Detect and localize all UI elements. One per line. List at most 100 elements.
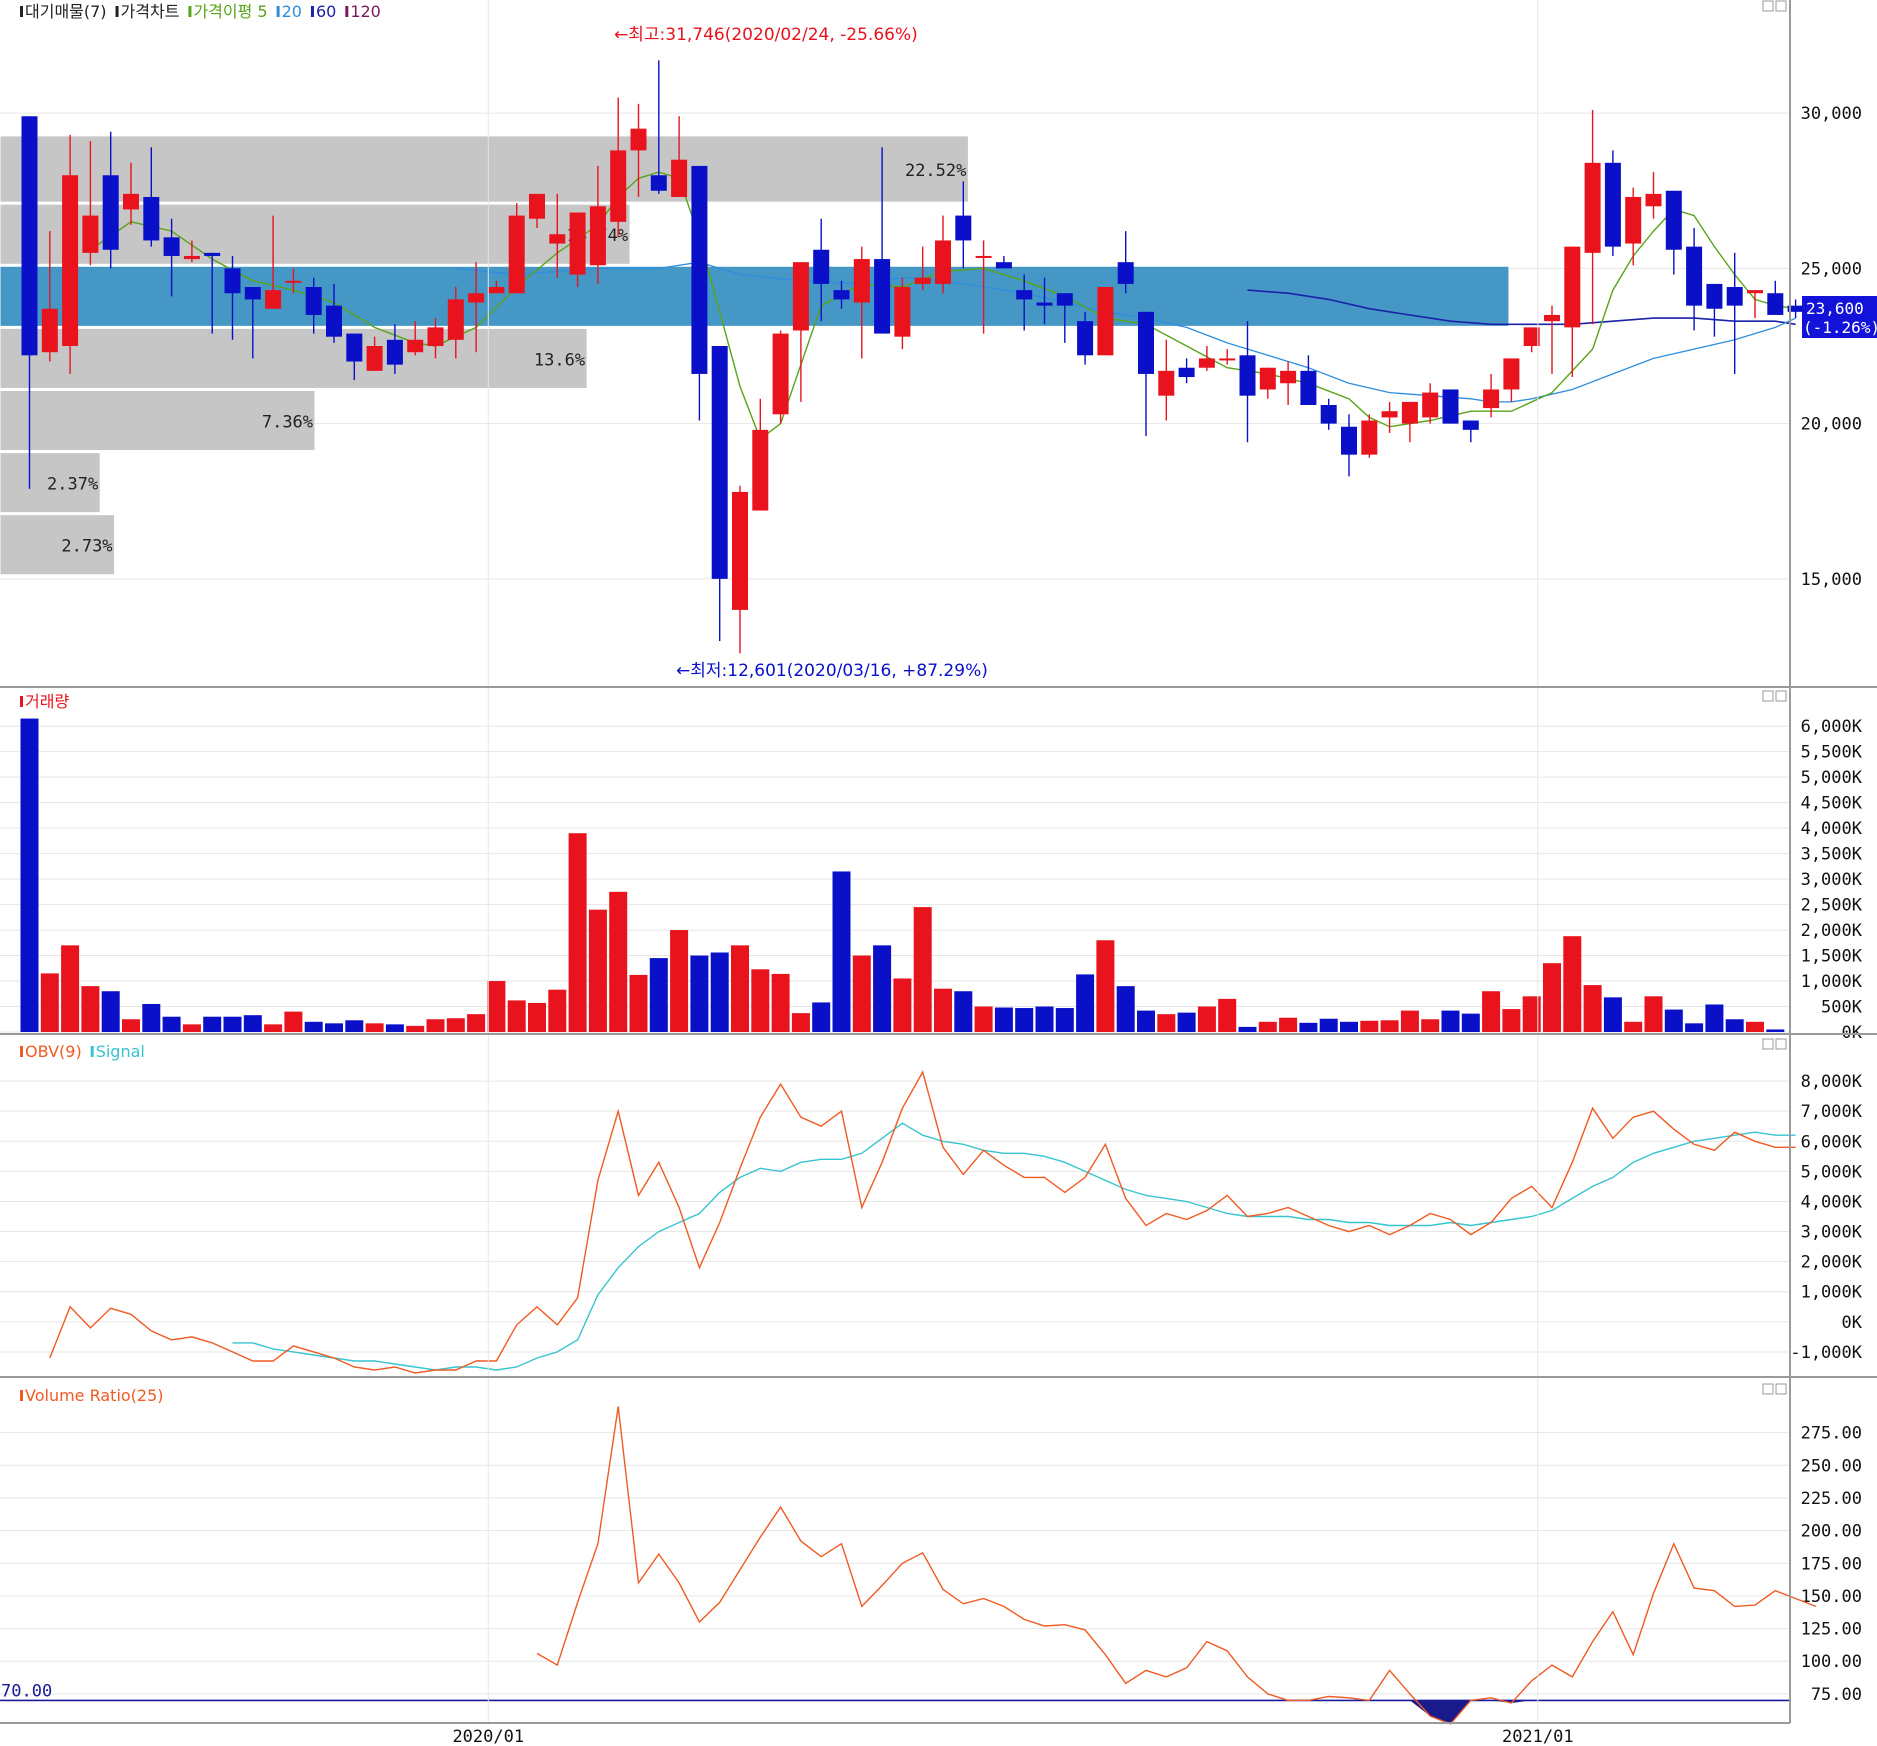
volume-bar [1096, 940, 1115, 1032]
volume-bar [1157, 1014, 1176, 1032]
minimize-icon [1762, 0, 1774, 12]
candle-body [143, 196, 160, 241]
obv-tick-label: 1,000K [1801, 1283, 1863, 1303]
obv-tick-label: 7,000K [1801, 1102, 1863, 1122]
volume-bar [588, 909, 607, 1032]
legend-label: OBV(9) [25, 1042, 82, 1061]
legend-label: 60 [316, 2, 336, 21]
vr-baseline-label: 70.00 [1, 1681, 52, 1701]
volume-tick-label: 5,000K [1801, 768, 1863, 788]
candle-body [833, 290, 850, 300]
legend-label: 20 [282, 2, 302, 21]
candle-body [1706, 283, 1723, 309]
volume-profile-label: 13.6% [534, 350, 585, 370]
legend-label: Volume Ratio(25) [25, 1386, 164, 1405]
candle-body [1503, 358, 1520, 390]
candle-body [1686, 246, 1703, 306]
volume-bar [182, 1024, 201, 1032]
obv-tick-label: 8,000K [1801, 1072, 1863, 1092]
volume-bar [670, 930, 689, 1032]
volume-bar [1482, 991, 1501, 1032]
candle-body [407, 339, 424, 353]
candle-body [346, 333, 363, 362]
last-price-change: (-1.26%) [1803, 318, 1877, 337]
candle-body [427, 327, 444, 346]
volume-bar [731, 945, 749, 1032]
candle-body [508, 215, 525, 294]
candle-body [874, 259, 891, 334]
candle-body [732, 491, 748, 610]
candle-body [650, 175, 667, 191]
volume-tick-label: 5,500K [1801, 743, 1863, 763]
legend-marker [20, 1046, 23, 1057]
volume-tick-label: 6,000K [1801, 717, 1863, 737]
candle-body [853, 259, 870, 303]
volume-bar [528, 1002, 546, 1032]
volume-bar [20, 718, 39, 1032]
candle-body [244, 287, 261, 300]
candle-body [975, 255, 992, 258]
candle-body [204, 252, 221, 256]
price-panel: 15,00020,00025,00030,00022.52%14.74%13.6… [0, 0, 1877, 681]
candle-body [610, 150, 627, 222]
volume-tick-label: 4,000K [1801, 819, 1863, 839]
candle-body [914, 277, 931, 284]
candle-body [894, 287, 911, 337]
legend-label: 가격이평 5 [193, 2, 267, 21]
obv-tick-label: 4,000K [1801, 1192, 1863, 1212]
last-price-value: 23,600 [1806, 299, 1864, 318]
x-axis-label: 2020/01 [452, 1727, 524, 1746]
candle-body [1198, 358, 1215, 368]
candle-body [1280, 370, 1297, 384]
volume-bar [1664, 1009, 1683, 1032]
candle-body [1259, 367, 1276, 390]
volume-bar [1076, 974, 1095, 1032]
candle-body [1665, 190, 1682, 250]
candle-body [102, 175, 119, 250]
vr-tick-label: 200.00 [1801, 1522, 1862, 1542]
signal-line [232, 1122, 1796, 1371]
volume-bar [101, 991, 120, 1032]
volume-bar [1624, 1021, 1643, 1032]
close-icon [1775, 0, 1787, 12]
candle-body [1564, 246, 1581, 328]
volume-bar [122, 1019, 140, 1032]
volume-bar [1441, 1010, 1460, 1032]
volume-bar [1705, 1004, 1724, 1032]
candle-body [995, 262, 1012, 269]
volume-bar [690, 955, 709, 1032]
price-tick-label: 30,000 [1801, 104, 1862, 124]
volume-bar [426, 1019, 445, 1032]
candle-body [935, 240, 951, 284]
volume-bar [1644, 996, 1663, 1032]
volume-bar [1461, 1013, 1480, 1032]
volume-bar [548, 989, 567, 1032]
volume-bar [1360, 1020, 1379, 1032]
candle-body [691, 165, 708, 374]
candle-body [1645, 193, 1662, 207]
candle-body [1483, 389, 1500, 409]
volume-bar [1238, 1026, 1257, 1032]
candle-body [285, 280, 302, 283]
volume-bar [1299, 1022, 1318, 1032]
volume-profile-label: 2.73% [61, 537, 112, 557]
volume-bar [162, 1016, 181, 1032]
legend-marker [276, 6, 280, 17]
price-tick-label: 15,000 [1801, 570, 1862, 590]
obv-tick-label: 6,000K [1801, 1132, 1863, 1152]
candle-body [1604, 162, 1621, 247]
candle-body [183, 255, 200, 260]
candle-body [386, 339, 403, 365]
volume-bar [791, 1013, 810, 1032]
candle-body [752, 429, 769, 511]
volume-bar [1685, 1023, 1704, 1032]
volume-bar [284, 1011, 303, 1032]
candle-body [1341, 426, 1357, 455]
volume-bar [649, 958, 668, 1032]
volume-bar [1177, 1012, 1196, 1032]
minimize-icon [1762, 1038, 1774, 1050]
high-annotation: ←최고:31,746(2020/02/24, -25.66%) [614, 25, 918, 45]
volume-bar [264, 1024, 283, 1032]
volume-bar [1218, 998, 1237, 1032]
volume-bar [974, 1006, 993, 1032]
